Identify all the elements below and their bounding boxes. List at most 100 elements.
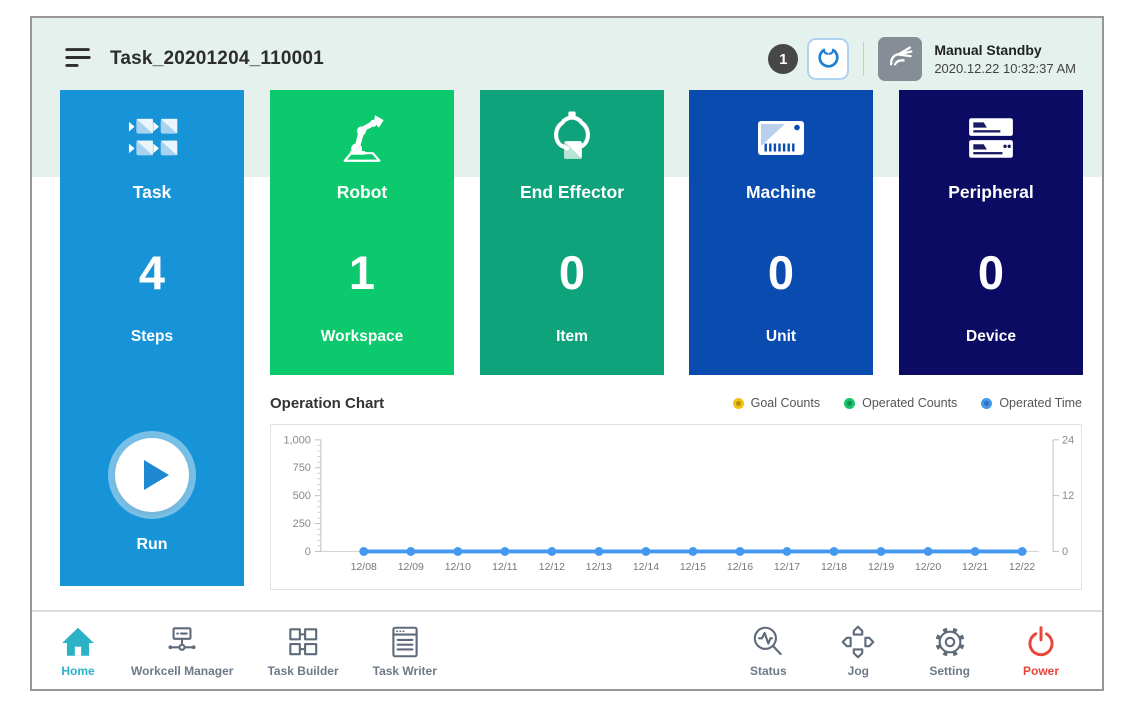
jog-icon bbox=[839, 623, 877, 661]
home-icon bbox=[59, 623, 97, 661]
end-effector-icon bbox=[480, 108, 664, 168]
svg-text:1,000: 1,000 bbox=[283, 434, 310, 446]
card-value: 0 bbox=[689, 247, 873, 299]
svg-text:12/09: 12/09 bbox=[398, 562, 424, 573]
svg-text:12/08: 12/08 bbox=[351, 562, 377, 573]
task-writer-icon bbox=[386, 623, 424, 661]
legend-dot-goal-counts bbox=[733, 398, 744, 409]
svg-text:0: 0 bbox=[305, 546, 311, 558]
svg-text:250: 250 bbox=[293, 518, 311, 530]
svg-text:0: 0 bbox=[1062, 546, 1068, 558]
hand-icon bbox=[885, 41, 916, 77]
legend-item-goal-counts[interactable]: Goal Counts bbox=[733, 396, 820, 410]
nav-group-left: Home Workcell Manager Task Builder Task Wri… bbox=[42, 623, 454, 678]
card-label: Peripheral bbox=[899, 182, 1083, 203]
svg-text:12/17: 12/17 bbox=[774, 562, 800, 573]
play-icon bbox=[144, 460, 169, 490]
svg-text:24: 24 bbox=[1062, 434, 1074, 446]
gripper-icon bbox=[815, 44, 842, 74]
svg-text:12/20: 12/20 bbox=[915, 562, 941, 573]
workcell-manager-icon bbox=[163, 623, 201, 661]
svg-text:12/16: 12/16 bbox=[727, 562, 753, 573]
card-unit: Unit bbox=[689, 328, 873, 346]
svg-text:12/13: 12/13 bbox=[586, 562, 612, 573]
legend-item-operated-counts[interactable]: Operated Counts bbox=[844, 396, 957, 410]
legend-label: Goal Counts bbox=[751, 396, 820, 410]
end-effector-tool-button[interactable] bbox=[807, 38, 849, 80]
machine-icon bbox=[689, 108, 873, 168]
card-peripheral[interactable]: Peripheral 0 Device Run bbox=[899, 90, 1083, 375]
svg-text:12/12: 12/12 bbox=[539, 562, 565, 573]
legend-label: Operated Time bbox=[999, 396, 1082, 410]
nav-item-workcell-manager[interactable]: Workcell Manager bbox=[114, 623, 250, 678]
chart-svg: 02505007501,0000122412/0812/0912/1012/11… bbox=[271, 425, 1081, 589]
card-unit: Device bbox=[899, 328, 1083, 346]
svg-text:12/14: 12/14 bbox=[633, 562, 659, 573]
peripheral-icon bbox=[899, 108, 1083, 168]
legend-item-operated-time[interactable]: Operated Time bbox=[981, 396, 1082, 410]
operation-chart: 02505007501,0000122412/0812/0912/1012/11… bbox=[270, 424, 1082, 590]
card-value: 0 bbox=[480, 247, 664, 299]
nav-item-task-writer[interactable]: Task Writer bbox=[356, 623, 454, 678]
status-icon bbox=[749, 623, 787, 661]
chart-legend: Goal Counts Operated Counts Operated Time bbox=[733, 396, 1082, 410]
robot-arm-icon bbox=[270, 108, 454, 168]
card-machine[interactable]: Machine 0 Unit Run bbox=[689, 90, 873, 375]
task-title: Task_20201204_110001 bbox=[110, 48, 324, 70]
card-label: Machine bbox=[689, 182, 873, 203]
nav-item-task-builder[interactable]: Task Builder bbox=[250, 623, 355, 678]
chart-header-row: Operation Chart Goal Counts Operated Coun… bbox=[270, 392, 1082, 414]
svg-text:12: 12 bbox=[1062, 490, 1074, 502]
card-robot[interactable]: Robot 1 Workspace Run bbox=[270, 90, 454, 375]
run-circle[interactable] bbox=[115, 438, 189, 512]
operation-chart-canvas: 02505007501,0000122412/0812/0912/1012/11… bbox=[271, 425, 1081, 589]
svg-text:12/15: 12/15 bbox=[680, 562, 706, 573]
nav-item-label: Task Writer bbox=[373, 664, 437, 678]
nav-item-jog[interactable]: Jog bbox=[813, 623, 903, 678]
task-steps-icon bbox=[60, 108, 244, 168]
hamburger-icon bbox=[64, 45, 92, 73]
card-value: 0 bbox=[899, 247, 1083, 299]
legend-dot-operated-counts bbox=[844, 398, 855, 409]
nav-item-label: Setting bbox=[929, 664, 970, 678]
status-mode-label: Manual Standby bbox=[934, 42, 1076, 58]
nav-item-power[interactable]: Power bbox=[996, 623, 1086, 678]
notification-badge: 1 bbox=[768, 44, 798, 74]
nav-item-status[interactable]: Status bbox=[723, 623, 813, 678]
card-value: 4 bbox=[60, 247, 244, 299]
nav-item-label: Task Builder bbox=[267, 664, 338, 678]
run-button[interactable]: Run bbox=[60, 438, 244, 554]
task-builder-icon bbox=[284, 623, 322, 661]
setting-icon bbox=[931, 623, 969, 661]
svg-text:12/21: 12/21 bbox=[962, 562, 988, 573]
menu-button[interactable] bbox=[62, 43, 94, 75]
card-end-effector[interactable]: End Effector 0 Item Run bbox=[480, 90, 664, 375]
card-task[interactable]: Task 4 Steps Run bbox=[60, 90, 244, 586]
manual-mode-button[interactable] bbox=[878, 37, 922, 81]
nav-group-right: Status Jog Setting Power bbox=[723, 623, 1086, 678]
nav-item-label: Jog bbox=[848, 664, 869, 678]
nav-item-label: Home bbox=[61, 664, 94, 678]
power-icon bbox=[1022, 623, 1060, 661]
card-value: 1 bbox=[270, 247, 454, 299]
main-frame: Task_20201204_110001 1 Manual Standby 20… bbox=[30, 16, 1104, 691]
svg-text:750: 750 bbox=[293, 462, 311, 474]
nav-item-setting[interactable]: Setting bbox=[903, 623, 996, 678]
card-label: Robot bbox=[270, 182, 454, 203]
card-label: Task bbox=[60, 182, 244, 203]
svg-text:500: 500 bbox=[293, 490, 311, 502]
nav-item-label: Power bbox=[1023, 664, 1059, 678]
svg-text:12/18: 12/18 bbox=[821, 562, 847, 573]
status-timestamp: 2020.12.22 10:32:37 AM bbox=[934, 61, 1076, 76]
nav-item-label: Status bbox=[750, 664, 787, 678]
chart-title: Operation Chart bbox=[270, 395, 384, 412]
robot-status: Manual Standby 2020.12.22 10:32:37 AM bbox=[934, 42, 1076, 76]
nav-item-label: Workcell Manager bbox=[131, 664, 233, 678]
run-label: Run bbox=[136, 536, 167, 554]
legend-label: Operated Counts bbox=[862, 396, 957, 410]
card-unit: Steps bbox=[60, 328, 244, 346]
bottom-nav: Home Workcell Manager Task Builder Task Wri… bbox=[32, 610, 1102, 689]
svg-text:12/19: 12/19 bbox=[868, 562, 894, 573]
nav-item-home[interactable]: Home bbox=[42, 623, 114, 678]
card-label: End Effector bbox=[480, 182, 664, 203]
